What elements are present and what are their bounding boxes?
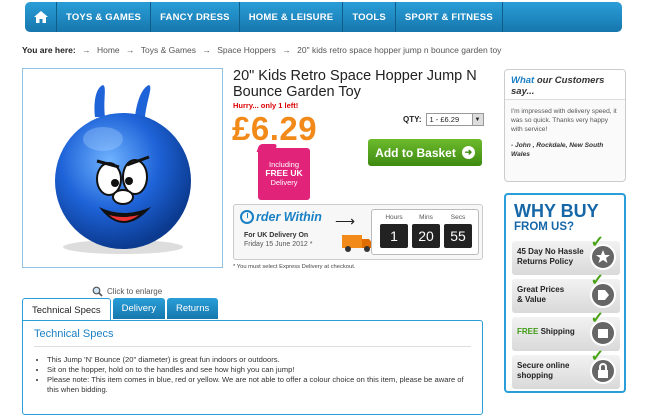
arrow-right-icon: ➜: [461, 146, 475, 159]
why-row-text: Returns Policy: [517, 257, 574, 266]
nav-item-sport-fitness[interactable]: SPORT & FITNESS: [396, 2, 503, 32]
why-buy-subtitle: FROM US?: [514, 221, 575, 233]
badge-line2: FREE UK: [265, 168, 303, 178]
countdown-timer: Hours Mins Secs 1 20 55: [371, 209, 479, 255]
nav-item-tools[interactable]: TOOLS: [343, 2, 396, 32]
order-within-text: rder Within: [256, 210, 322, 224]
product-tabs: Technical Specs Delivery Returns: [22, 298, 219, 321]
qty-select[interactable]: 1 - £6.29 ▼: [425, 113, 484, 126]
spec-list: This Jump 'N' Bounce (20" diameter) is g…: [47, 355, 467, 395]
why-row-text-free: FREE: [517, 327, 539, 336]
delivery-label: For UK Delivery On: [244, 232, 309, 239]
add-to-basket-label: Add to Basket: [375, 145, 456, 160]
breadcrumb-current: 20" kids retro space hopper jump n bounc…: [297, 45, 502, 55]
why-row-secure: Secure online shopping ✓: [512, 348, 620, 389]
clock-icon: [240, 210, 254, 224]
hours-value: 1: [380, 224, 408, 248]
testimonial-author: - John , Rockdale, New South Wales: [511, 142, 604, 158]
why-row-text: Shipping: [538, 327, 575, 336]
stock-warning: Hurry... only 1 left!: [233, 101, 299, 110]
product-image[interactable]: [22, 68, 223, 268]
breadcrumb-home[interactable]: Home: [97, 45, 120, 55]
order-within-box: rder Within ⟶ For UK Delivery On Friday …: [233, 204, 483, 260]
testimonial-box: What our Customers say... I'm impressed …: [504, 69, 626, 182]
why-row-shipping: FREE Shipping ✓: [512, 310, 620, 351]
breadcrumb-label: You are here:: [22, 45, 76, 55]
qty-value: 1 - £6.29: [429, 115, 460, 124]
check-icon: ✓: [590, 272, 604, 289]
enlarge-link[interactable]: Click to enlarge: [92, 286, 162, 297]
chevron-down-icon: ▼: [471, 114, 483, 125]
nav-item-toys-games[interactable]: TOYS & GAMES: [57, 2, 152, 32]
qty-label: QTY:: [403, 115, 422, 124]
secs-label: Secs: [450, 214, 466, 221]
add-to-basket-button[interactable]: Add to Basket ➜: [368, 139, 482, 166]
why-row-text: 45 Day No Hassle: [517, 247, 584, 256]
arrow-right-icon: →: [282, 45, 291, 55]
spec-item: Please note: This item comes in blue, re…: [47, 375, 467, 395]
testimonial-text: I'm impressed with delivery speed, it wa…: [511, 108, 617, 133]
nav-item-home-leisure[interactable]: HOME & LEISURE: [240, 2, 344, 32]
panel-heading: Technical Specs: [34, 328, 114, 340]
tab-panel: Technical Specs This Jump 'N' Bounce (20…: [22, 320, 483, 415]
product-price: £6.29: [232, 110, 318, 147]
nav-item-fancy-dress[interactable]: FANCY DRESS: [151, 2, 240, 32]
why-row-text: Great Prices: [517, 285, 565, 294]
magnifier-icon: [92, 286, 103, 297]
testimonial-heading: What our Customers say...: [505, 70, 625, 100]
truck-icon: [342, 235, 373, 252]
express-note: * You must select Express Delivery at ch…: [233, 264, 356, 270]
secs-value: 55: [444, 224, 472, 248]
hours-label: Hours: [385, 214, 403, 221]
mins-value: 20: [412, 224, 440, 248]
why-buy-title: WHY BUY: [514, 201, 599, 221]
home-icon[interactable]: [25, 2, 57, 32]
spec-item: Sit on the hopper, hold on to the handle…: [47, 365, 467, 375]
why-row-returns: 45 Day No Hassle Returns Policy ✓: [512, 234, 620, 275]
mins-label: Mins: [419, 214, 433, 221]
product-title: 20" Kids Retro Space Hopper Jump N Bounc…: [233, 68, 477, 100]
main-nav: TOYS & GAMES FANCY DRESS HOME & LEISURE …: [25, 2, 622, 32]
quantity-selector: QTY: 1 - £6.29 ▼: [403, 113, 484, 126]
badge-line3: Delivery: [270, 178, 298, 187]
breadcrumb-toys-games[interactable]: Toys & Games: [141, 45, 196, 55]
delivery-date: Friday 15 June 2012 *: [244, 241, 313, 248]
why-row-text: Secure online: [517, 361, 570, 370]
tab-delivery[interactable]: Delivery: [112, 298, 165, 319]
why-row-prices: Great Prices & Value ✓: [512, 272, 620, 313]
why-row-text: & Value: [517, 295, 546, 304]
arrow-right-icon: →: [82, 45, 91, 55]
breadcrumb: You are here: → Home → Toys & Games → Sp…: [22, 45, 501, 55]
breadcrumb-space-hoppers[interactable]: Space Hoppers: [217, 45, 276, 55]
check-icon: ✓: [590, 348, 604, 365]
arrow-right-icon: →: [202, 45, 211, 55]
spec-item: This Jump 'N' Bounce (20" diameter) is g…: [47, 355, 467, 365]
testimonial-heading-what: What: [511, 75, 535, 86]
free-delivery-badge: Including FREE UK Delivery: [256, 144, 310, 200]
order-within-title: rder Within: [240, 210, 322, 224]
arrow-right-icon: →: [126, 45, 135, 55]
why-row-text: shopping: [517, 371, 553, 380]
tab-technical-specs[interactable]: Technical Specs: [22, 298, 111, 321]
why-buy-box: WHY BUY FROM US? 45 Day No Hassle Return…: [504, 193, 626, 393]
check-icon: ✓: [590, 310, 604, 327]
enlarge-label: Click to enlarge: [107, 287, 163, 296]
tab-returns[interactable]: Returns: [166, 298, 219, 319]
arrow-right-icon: ⟶: [335, 213, 356, 229]
check-icon: ✓: [590, 234, 604, 251]
